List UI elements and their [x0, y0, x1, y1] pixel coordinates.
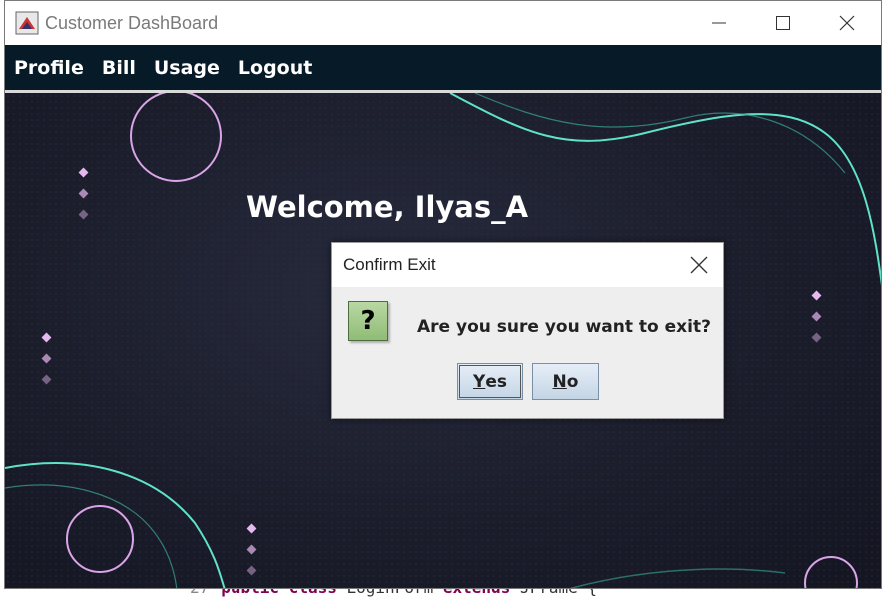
- question-icon: ?: [348, 301, 388, 341]
- java-app-icon: [15, 11, 39, 35]
- menu-bar: Profile Bill Usage Logout: [5, 45, 881, 90]
- close-icon: [839, 15, 855, 31]
- menu-bill[interactable]: Bill: [102, 57, 136, 79]
- maximize-button[interactable]: [751, 1, 815, 45]
- menu-usage[interactable]: Usage: [154, 57, 220, 79]
- close-button[interactable]: [815, 1, 879, 45]
- dialog-close-button[interactable]: [685, 251, 713, 279]
- minimize-icon: [712, 22, 726, 24]
- menu-logout[interactable]: Logout: [238, 57, 312, 79]
- title-bar[interactable]: Customer DashBoard: [5, 1, 881, 45]
- welcome-heading: Welcome, Ilyas_A: [246, 190, 529, 224]
- no-button[interactable]: No: [532, 363, 599, 400]
- close-icon: [690, 256, 708, 274]
- confirm-exit-dialog: Confirm Exit ? Are you sure you want to …: [331, 242, 724, 419]
- minimize-button[interactable]: [687, 1, 751, 45]
- window-title: Customer DashBoard: [45, 13, 219, 33]
- maximize-icon: [776, 16, 790, 30]
- dialog-title-bar[interactable]: Confirm Exit: [332, 243, 723, 287]
- menu-profile[interactable]: Profile: [14, 57, 84, 79]
- dialog-message: Are you sure you want to exit?: [417, 317, 711, 337]
- yes-button[interactable]: Yes: [457, 363, 523, 400]
- dialog-title: Confirm Exit: [343, 255, 436, 274]
